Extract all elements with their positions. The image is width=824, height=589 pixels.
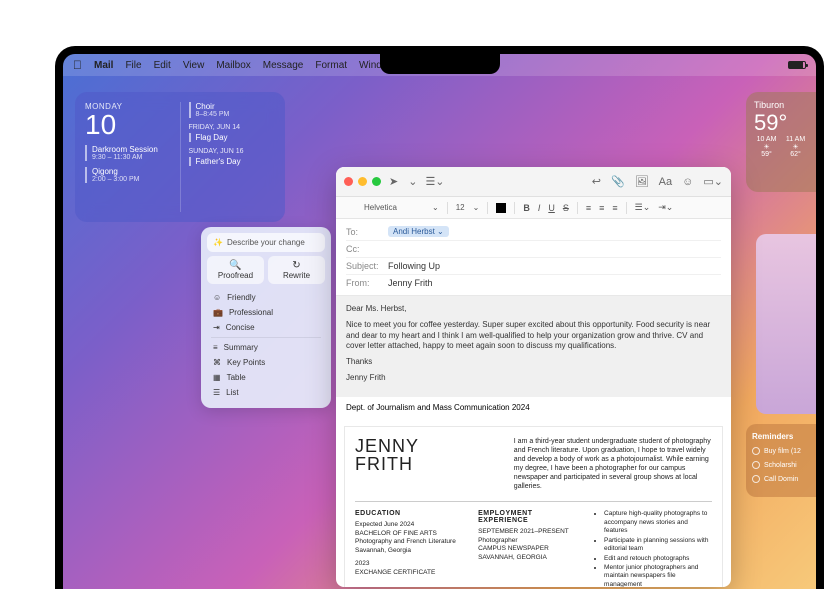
indent-icon[interactable]: ⇥⌄ xyxy=(658,202,673,213)
cc-label: Cc: xyxy=(346,244,388,254)
from-value[interactable]: Jenny Frith xyxy=(388,278,433,288)
calendar-event: Flag Day xyxy=(189,133,276,142)
italic-button[interactable]: I xyxy=(538,203,541,213)
weather-location: Tiburon xyxy=(754,100,808,110)
resume-attachment: JENNY FRITH I am a third-year student un… xyxy=(344,426,723,587)
body-thanks: Thanks xyxy=(346,357,721,368)
photo-widget[interactable] xyxy=(756,234,816,414)
proofread-button[interactable]: 🔍 Proofread xyxy=(207,256,264,284)
action-summary[interactable]: ≡Summary xyxy=(211,340,321,355)
reminder-item[interactable]: Call Domin xyxy=(752,475,810,483)
reminders-title: Reminders xyxy=(752,432,810,441)
align-center-icon[interactable]: ≡ xyxy=(599,203,604,213)
lines-icon: ≡ xyxy=(213,343,218,352)
emoji-icon[interactable]: ☺ xyxy=(682,176,693,188)
writing-prompt-input[interactable]: ✨ Describe your change xyxy=(207,233,325,252)
tone-concise[interactable]: ⇥Concise xyxy=(211,320,321,335)
text-color[interactable] xyxy=(496,203,506,213)
photo-icon[interactable]: 🖼 xyxy=(635,175,649,188)
calendar-date: 10 xyxy=(85,111,172,139)
resume-bio: I am a third-year student undergraduate … xyxy=(514,437,712,492)
bold-button[interactable]: B xyxy=(523,203,530,213)
compress-icon: ⇥ xyxy=(213,323,220,332)
align-right-icon[interactable]: ≡ xyxy=(612,203,617,213)
subject-input[interactable]: Following Up xyxy=(388,261,440,271)
menu-edit[interactable]: Edit xyxy=(154,60,171,71)
briefcase-icon: 💼 xyxy=(213,308,223,317)
reminders-widget[interactable]: Reminders Buy film (12 Scholarshi Call D… xyxy=(746,424,816,497)
battery-icon[interactable] xyxy=(788,61,806,69)
format-icon[interactable]: Aa xyxy=(659,176,672,188)
weather-widget[interactable]: Tiburon 59° 10 AM ☀ 59° 11 AM ☀ 62° xyxy=(746,92,816,192)
subject-label: Subject: xyxy=(346,261,388,271)
menu-message[interactable]: Message xyxy=(263,60,304,71)
employment-heading: EMPLOYMENT EXPERIENCE xyxy=(478,510,578,524)
zoom-button[interactable] xyxy=(372,177,381,186)
chevron-down-icon[interactable]: ⌄ xyxy=(432,203,439,212)
reply-icon[interactable]: ↩ xyxy=(592,175,601,188)
action-list[interactable]: ☰List xyxy=(211,385,321,400)
mail-body[interactable]: Dear Ms. Herbst, Nice to meet you for co… xyxy=(336,296,731,587)
calendar-event: Choir 8–8:45 PM xyxy=(189,102,276,118)
mail-compose-window: ➤ ⌄ ☰⌄ ↩ 📎 🖼 Aa ☺ ▭⌄ Helvetica ⌄ xyxy=(336,167,731,587)
calendar-event: Darkroom Session 9:30 – 11:30 AM xyxy=(85,145,172,161)
menu-file[interactable]: File xyxy=(125,60,141,71)
table-icon: ▦ xyxy=(213,373,221,382)
list-icon[interactable]: ☰⌄ xyxy=(635,202,651,213)
attach-icon[interactable]: 📎 xyxy=(611,175,625,188)
writing-tools-popup: ✨ Describe your change 🔍 Proofread ↻ Rew… xyxy=(201,227,331,408)
strike-button[interactable]: S xyxy=(563,203,569,213)
chevron-down-icon[interactable]: ⌄ xyxy=(408,175,417,188)
body-greeting: Dear Ms. Herbst, xyxy=(346,304,721,315)
magnifier-icon: 🔍 xyxy=(209,260,262,271)
calendar-day-label: MONDAY xyxy=(85,102,172,111)
align-left-icon[interactable]: ≡ xyxy=(586,203,591,213)
action-keypoints[interactable]: ⌘Key Points xyxy=(211,355,321,370)
sparkle-icon: ✨ xyxy=(213,238,223,247)
chevron-down-icon[interactable]: ⌄ xyxy=(473,203,480,212)
list-icon: ☰ xyxy=(213,388,220,397)
tone-professional[interactable]: 💼Professional xyxy=(211,305,321,320)
minimize-button[interactable] xyxy=(358,177,367,186)
mail-toolbar: ➤ ⌄ ☰⌄ ↩ 📎 🖼 Aa ☺ ▭⌄ xyxy=(336,167,731,197)
rewrite-button[interactable]: ↻ Rewrite xyxy=(268,256,325,284)
menu-format[interactable]: Format xyxy=(315,60,347,71)
smile-icon: ☺ xyxy=(213,293,221,302)
body-paragraph: Nice to meet you for coffee yesterday. S… xyxy=(346,320,721,352)
underline-button[interactable]: U xyxy=(548,203,555,213)
from-label: From: xyxy=(346,278,388,288)
send-icon[interactable]: ➤ xyxy=(389,175,398,188)
calendar-widget[interactable]: MONDAY 10 Darkroom Session 9:30 – 11:30 … xyxy=(75,92,285,222)
to-label: To: xyxy=(346,227,388,237)
font-select[interactable]: Helvetica xyxy=(364,203,424,212)
calendar-event: Father's Day xyxy=(189,157,276,166)
reminder-item[interactable]: Scholarshi xyxy=(752,461,810,469)
weather-temp: 59° xyxy=(754,110,808,136)
menubar-app[interactable]: Mail xyxy=(94,60,113,71)
body-sig-dept: Dept. of Journalism and Mass Communicati… xyxy=(346,403,721,412)
markup-icon[interactable]: ▭⌄ xyxy=(703,175,723,188)
resume-bullets: Capture high-quality photographs to acco… xyxy=(594,510,712,587)
calendar-event: Qigong 2:00 – 3:00 PM xyxy=(85,167,172,183)
format-bar: Helvetica ⌄ 12 ⌄ B I U S ≡ ≡ ≡ ☰⌄ ⇥⌄ xyxy=(336,197,731,219)
refresh-icon: ↻ xyxy=(270,260,323,271)
tone-friendly[interactable]: ☺Friendly xyxy=(211,290,321,305)
resume-name: JENNY FRITH xyxy=(355,437,498,492)
font-size[interactable]: 12 xyxy=(456,203,465,212)
laptop-notch xyxy=(380,54,500,74)
header-fields-icon[interactable]: ☰⌄ xyxy=(425,175,444,188)
body-sig-name: Jenny Frith xyxy=(346,373,721,384)
reminder-item[interactable]: Buy film (12 xyxy=(752,447,810,455)
recipient-pill[interactable]: Andi Herbst ⌄ xyxy=(388,226,449,237)
education-heading: EDUCATION xyxy=(355,510,462,517)
key-icon: ⌘ xyxy=(213,358,221,367)
apple-menu-icon[interactable]:  xyxy=(73,58,82,72)
menu-view[interactable]: View xyxy=(183,60,205,71)
close-button[interactable] xyxy=(344,177,353,186)
menu-mailbox[interactable]: Mailbox xyxy=(216,60,250,71)
action-table[interactable]: ▦Table xyxy=(211,370,321,385)
